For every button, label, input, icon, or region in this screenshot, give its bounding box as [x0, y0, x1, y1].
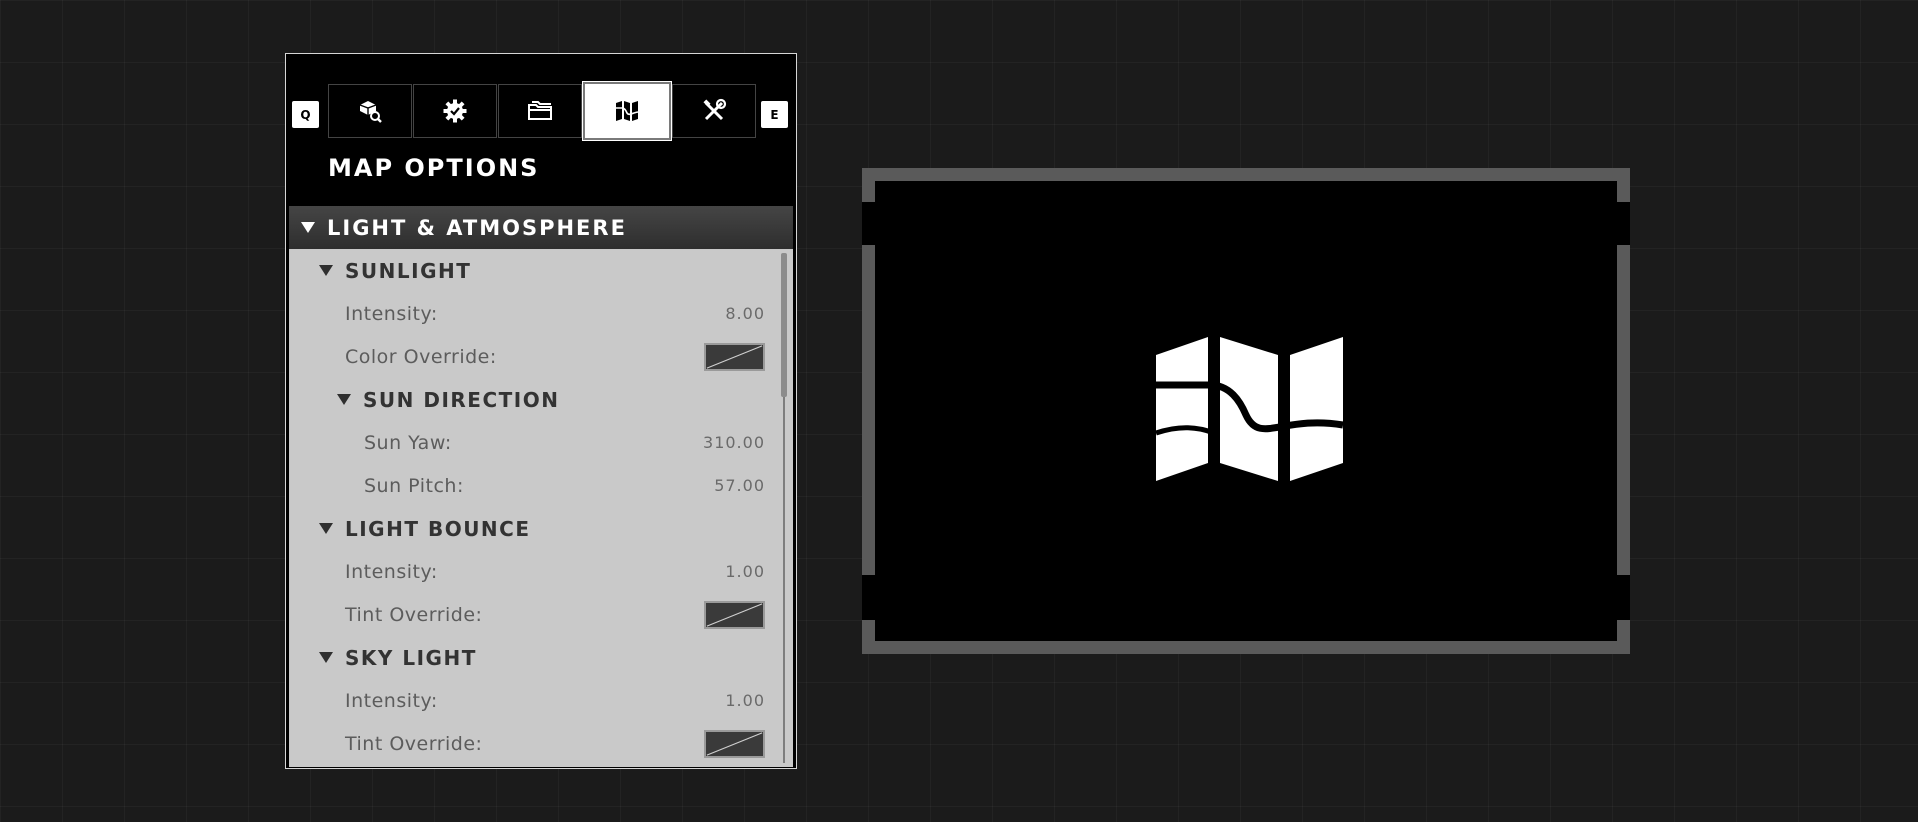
- property-row-sky-intensity[interactable]: Intensity: 1.00: [289, 679, 793, 722]
- property-row-bounce-tint[interactable]: Tint Override:: [289, 593, 793, 636]
- property-label: Tint Override:: [345, 603, 483, 626]
- preview-frame-bottom: [862, 641, 1630, 654]
- no-color-icon: [706, 731, 763, 756]
- property-value[interactable]: 57.00: [714, 476, 765, 495]
- property-value[interactable]: 8.00: [725, 304, 765, 323]
- property-row-bounce-intensity[interactable]: Intensity: 1.00: [289, 550, 793, 593]
- property-value[interactable]: 1.00: [725, 562, 765, 581]
- map-options-panel: Q E MAP OPTIONS LIGHT & ATMOSPHERE SUNLI…: [285, 53, 797, 769]
- property-label: Tint Override:: [345, 732, 483, 755]
- properties-list: SUNLIGHT Intensity: 8.00 Color Override:…: [289, 249, 793, 767]
- property-label: Intensity:: [345, 689, 438, 712]
- property-label: Sun Yaw:: [364, 431, 452, 454]
- tab-bar: [328, 81, 757, 141]
- collapse-triangle-icon: [319, 652, 333, 663]
- property-value[interactable]: 310.00: [703, 433, 765, 452]
- map-icon: [616, 101, 639, 121]
- property-row-sunlight-intensity[interactable]: Intensity: 8.00: [289, 292, 793, 335]
- section-title: LIGHT & ATMOSPHERE: [327, 215, 627, 240]
- preview-frame-corner: [862, 620, 875, 654]
- group-title: LIGHT BOUNCE: [345, 516, 531, 541]
- prev-tab-key-hint[interactable]: Q: [292, 101, 319, 128]
- no-color-icon: [706, 344, 763, 369]
- property-label: Intensity:: [345, 560, 438, 583]
- preview-frame-top: [862, 168, 1630, 181]
- group-light-bounce[interactable]: LIGHT BOUNCE: [289, 507, 793, 550]
- color-swatch[interactable]: [704, 342, 765, 371]
- next-tab-key-hint[interactable]: E: [761, 101, 788, 128]
- tab-files[interactable]: [498, 84, 582, 138]
- property-label: Color Override:: [345, 345, 497, 368]
- property-row-sun-yaw[interactable]: Sun Yaw: 310.00: [289, 421, 793, 464]
- group-title: SUNLIGHT: [345, 258, 472, 283]
- preview-frame-corner: [862, 168, 875, 202]
- collapse-triangle-icon: [319, 265, 333, 276]
- group-title: SUN DIRECTION: [363, 387, 560, 412]
- gear-icon: [443, 99, 467, 123]
- property-row-sky-tint[interactable]: Tint Override:: [289, 722, 793, 765]
- property-label: Intensity:: [345, 302, 438, 325]
- group-sky-light[interactable]: SKY LIGHT: [289, 636, 793, 679]
- group-sun-direction[interactable]: SUN DIRECTION: [289, 378, 793, 421]
- property-row-color-override[interactable]: Color Override:: [289, 335, 793, 378]
- tab-object-browser[interactable]: [328, 84, 412, 138]
- tab-tools[interactable]: [672, 84, 756, 138]
- collapse-triangle-icon: [337, 394, 351, 405]
- collapse-triangle-icon: [319, 523, 333, 534]
- preview-frame-corner: [1617, 168, 1630, 202]
- tools-icon: [703, 98, 727, 121]
- scrollbar-thumb[interactable]: [781, 253, 787, 397]
- object-browser-icon: [359, 101, 382, 123]
- group-title: SKY LIGHT: [345, 645, 477, 670]
- collapse-triangle-icon: [301, 222, 315, 233]
- panel-title: MAP OPTIONS: [328, 154, 540, 182]
- tab-settings[interactable]: [413, 84, 497, 138]
- preview-window: [862, 168, 1630, 654]
- no-color-icon: [706, 602, 763, 627]
- map-icon: [1155, 337, 1344, 481]
- group-sunlight[interactable]: SUNLIGHT: [289, 249, 793, 292]
- section-light-atmosphere[interactable]: LIGHT & ATMOSPHERE: [289, 206, 793, 249]
- preview-frame-right: [1617, 245, 1630, 575]
- property-label: Sun Pitch:: [364, 474, 464, 497]
- tab-map-options[interactable]: [582, 81, 672, 141]
- color-swatch[interactable]: [704, 600, 765, 629]
- preview-frame-corner: [1617, 620, 1630, 654]
- color-swatch[interactable]: [704, 729, 765, 758]
- property-value[interactable]: 1.00: [725, 691, 765, 710]
- preview-frame-left: [862, 245, 875, 575]
- folder-icon: [528, 101, 552, 120]
- property-row-sun-pitch[interactable]: Sun Pitch: 57.00: [289, 464, 793, 507]
